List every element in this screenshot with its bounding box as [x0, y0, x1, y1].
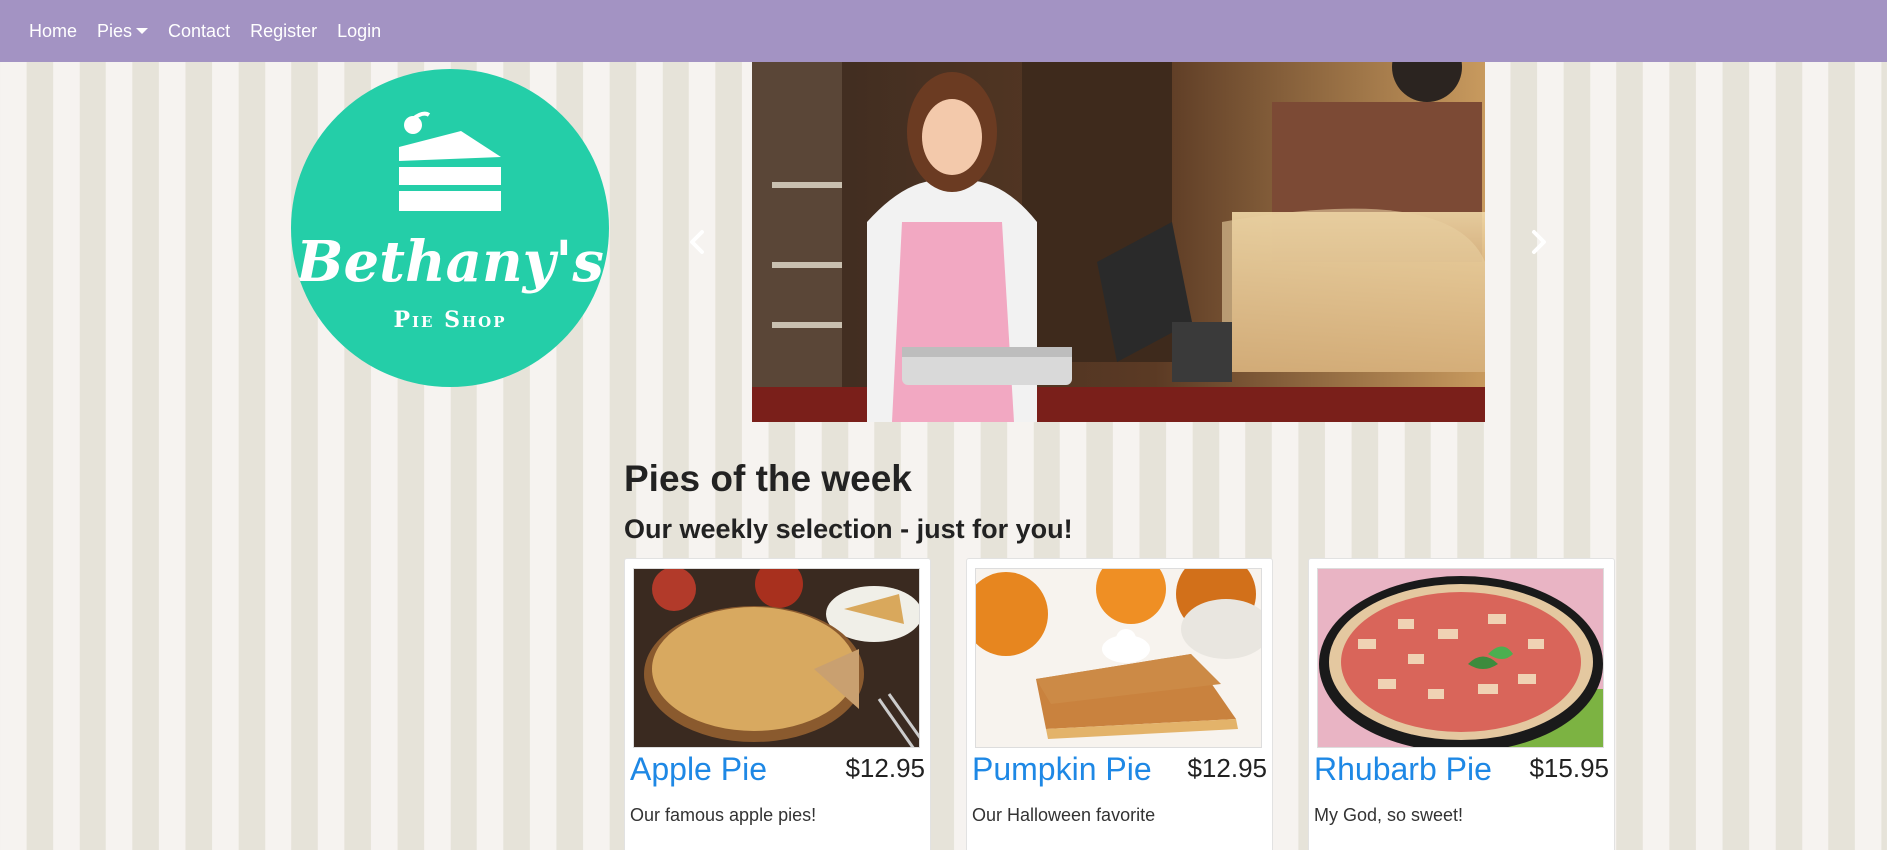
pie-card-rhubarb: Rhubarb Pie $15.95 My God, so sweet!	[1308, 558, 1615, 850]
shop-logo: Bethany's Pie Shop	[291, 69, 609, 387]
pie-name-link[interactable]: Apple Pie	[630, 751, 767, 788]
apple-pie-image[interactable]	[633, 568, 920, 748]
hero-carousel-image	[752, 62, 1485, 422]
rhubarb-pie-image[interactable]	[1317, 568, 1604, 748]
pie-price: $15.95	[1529, 753, 1609, 783]
nav-home-label: Home	[29, 20, 78, 41]
logo-name: Bethany's	[296, 229, 604, 295]
pumpkin-pie-image[interactable]	[975, 568, 1262, 748]
nav-home-link[interactable]: Home	[29, 21, 77, 42]
nav-login-link[interactable]: Login	[337, 21, 381, 42]
nav-pies-label: Pies	[97, 20, 133, 41]
pie-slice-icon	[399, 111, 501, 211]
pie-name-link[interactable]: Rhubarb Pie	[1314, 751, 1492, 788]
nav-login-label: Login	[337, 20, 382, 41]
chevron-right-icon	[1532, 230, 1546, 254]
pie-card-pumpkin: Pumpkin Pie $12.95 Our Halloween favorit…	[966, 558, 1273, 850]
top-navbar: Home Pies Contact Register Login	[0, 0, 1887, 62]
pie-name-link[interactable]: Pumpkin Pie	[972, 751, 1152, 788]
pie-price: $12.95	[1187, 753, 1267, 783]
nav-contact-label: Contact	[168, 20, 231, 41]
nav-register-link[interactable]: Register	[250, 21, 317, 42]
pie-price: $12.95	[845, 753, 925, 783]
pie-description: My God, so sweet!	[1314, 805, 1464, 825]
nav-register-label: Register	[250, 20, 318, 41]
nav-pies-dropdown[interactable]: Pies	[97, 20, 149, 42]
pie-description: Our Halloween favorite	[972, 805, 1156, 825]
carousel-next-button[interactable]	[1526, 228, 1550, 256]
nav-contact-link[interactable]: Contact	[168, 21, 230, 42]
section-title: Pies of the week	[624, 458, 912, 499]
chevron-left-icon	[690, 230, 704, 254]
caret-down-icon	[136, 28, 149, 34]
carousel-prev-button[interactable]	[686, 228, 710, 256]
section-subtitle: Our weekly selection - just for you!	[624, 514, 1073, 544]
logo-subtitle: Pie Shop	[393, 307, 507, 333]
pie-description: Our famous apple pies!	[630, 805, 817, 825]
pie-card-apple: Apple Pie $12.95 Our famous apple pies!	[624, 558, 931, 850]
